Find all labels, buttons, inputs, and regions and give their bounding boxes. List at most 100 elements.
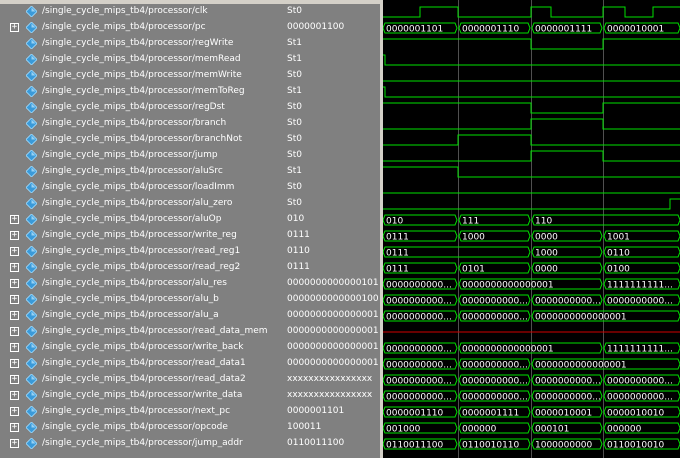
signal-row[interactable]: + /single_cycle_mips_tb4/processor/alu_b <box>0 292 284 308</box>
expand-toggle[interactable]: + <box>10 439 19 448</box>
signal-value: St0 <box>287 118 302 128</box>
signal-diamond-icon <box>26 422 37 433</box>
value-row: St0 <box>284 132 380 148</box>
bit-waveform <box>383 38 680 50</box>
signal-diamond-icon <box>26 38 37 49</box>
signal-value: St0 <box>287 150 302 160</box>
signal-row[interactable]: /single_cycle_mips_tb4/processor/jump <box>0 148 284 164</box>
signal-name: /single_cycle_mips_tb4/processor/write_d… <box>42 390 243 400</box>
expand-toggle[interactable]: + <box>10 231 19 240</box>
signal-row[interactable]: + /single_cycle_mips_tb4/processor/write_… <box>0 340 284 356</box>
signal-row[interactable]: + /single_cycle_mips_tb4/processor/pc <box>0 20 284 36</box>
bit-waveform <box>383 134 680 146</box>
signal-diamond-icon <box>26 246 37 257</box>
signal-row[interactable]: + /single_cycle_mips_tb4/processor/write_… <box>0 228 284 244</box>
signal-row[interactable]: + /single_cycle_mips_tb4/processor/jump_a… <box>0 436 284 452</box>
bus-value-label: 1000000000 <box>535 441 593 451</box>
value-row: St0 <box>284 196 380 212</box>
signal-diamond-icon <box>26 118 37 129</box>
expand-toggle[interactable]: + <box>10 215 19 224</box>
signal-row[interactable]: /single_cycle_mips_tb4/processor/clk <box>0 4 284 20</box>
signal-row[interactable]: /single_cycle_mips_tb4/processor/regDst <box>0 100 284 116</box>
signal-diamond-icon <box>26 102 37 113</box>
value-row: St0 <box>284 68 380 84</box>
bus-value-label: 010 <box>386 217 403 227</box>
expand-toggle[interactable]: + <box>10 295 19 304</box>
expand-toggle[interactable]: + <box>10 375 19 384</box>
signal-value: St1 <box>287 166 302 176</box>
value-row: St1 <box>284 52 380 68</box>
expand-toggle[interactable]: + <box>10 343 19 352</box>
bus-value-label: 0000000000... <box>386 345 452 355</box>
signal-value: 0111 <box>287 230 310 240</box>
signal-diamond-icon <box>26 310 37 321</box>
signal-row[interactable]: /single_cycle_mips_tb4/processor/loadImm <box>0 180 284 196</box>
signal-diamond-icon <box>26 262 37 273</box>
value-row: St0 <box>284 116 380 132</box>
signal-name: /single_cycle_mips_tb4/processor/read_da… <box>42 358 246 368</box>
expand-toggle[interactable]: + <box>10 327 19 336</box>
signal-row[interactable]: + /single_cycle_mips_tb4/processor/opcode <box>0 420 284 436</box>
signal-diamond-icon <box>26 342 37 353</box>
signal-row[interactable]: /single_cycle_mips_tb4/processor/regWrit… <box>0 36 284 52</box>
bus-value-label: 0000001110 <box>462 25 520 35</box>
signal-row[interactable]: + /single_cycle_mips_tb4/processor/read_r… <box>0 260 284 276</box>
signal-row[interactable]: + /single_cycle_mips_tb4/processor/read_d… <box>0 356 284 372</box>
signal-name: /single_cycle_mips_tb4/processor/write_b… <box>42 342 244 352</box>
signal-row[interactable]: /single_cycle_mips_tb4/processor/memRead <box>0 52 284 68</box>
signal-row[interactable]: /single_cycle_mips_tb4/processor/memToRe… <box>0 84 284 100</box>
signal-name: /single_cycle_mips_tb4/processor/memWrit… <box>42 70 242 80</box>
expand-toggle[interactable]: + <box>10 247 19 256</box>
expand-toggle[interactable]: + <box>10 359 19 368</box>
signal-name: /single_cycle_mips_tb4/processor/read_da… <box>42 326 268 336</box>
signal-value: 0000000000000001 <box>287 358 379 368</box>
signal-name: /single_cycle_mips_tb4/processor/next_pc <box>42 406 231 416</box>
signal-diamond-icon <box>26 182 37 193</box>
value-row: 100011 <box>284 420 380 436</box>
signal-value: xxxxxxxxxxxxxxxx <box>287 390 373 400</box>
signal-row[interactable]: /single_cycle_mips_tb4/processor/memWrit… <box>0 68 284 84</box>
signal-diamond-icon <box>26 86 37 97</box>
signal-row[interactable]: + /single_cycle_mips_tb4/processor/write_… <box>0 388 284 404</box>
expand-toggle[interactable]: + <box>10 263 19 272</box>
bus-value-label: 000101 <box>535 425 569 435</box>
signal-row[interactable]: + /single_cycle_mips_tb4/processor/read_d… <box>0 324 284 340</box>
signal-diamond-icon <box>26 278 37 289</box>
signal-row[interactable]: /single_cycle_mips_tb4/processor/aluSrc <box>0 164 284 180</box>
signal-name: /single_cycle_mips_tb4/processor/jump_ad… <box>42 438 243 448</box>
waveform-pane[interactable]: 0000001101 0000001110 0000001111 0000010001… <box>383 0 680 458</box>
expand-toggle[interactable]: + <box>10 391 19 400</box>
bus-value-label: 0000000000... <box>386 393 452 403</box>
expand-toggle[interactable]: + <box>10 23 19 32</box>
bus-value-label: 000000 <box>607 425 642 435</box>
bus-value-label: 0000001110 <box>386 409 444 419</box>
expand-toggle[interactable]: + <box>10 423 19 432</box>
signal-diamond-icon <box>26 70 37 81</box>
bus-value-label: 000000 <box>462 425 497 435</box>
signal-row[interactable]: /single_cycle_mips_tb4/processor/branch <box>0 116 284 132</box>
bus-value-label: 1111111111... <box>607 281 673 291</box>
expand-toggle[interactable]: + <box>10 407 19 416</box>
signal-row[interactable]: + /single_cycle_mips_tb4/processor/alu_a <box>0 308 284 324</box>
expand-toggle[interactable]: + <box>10 279 19 288</box>
signal-row[interactable]: + /single_cycle_mips_tb4/processor/read_d… <box>0 372 284 388</box>
signal-value: 0000000000000001 <box>287 310 379 320</box>
signal-row[interactable]: + /single_cycle_mips_tb4/processor/next_p… <box>0 404 284 420</box>
signal-row[interactable]: + /single_cycle_mips_tb4/processor/aluOp <box>0 212 284 228</box>
value-row: St0 <box>284 100 380 116</box>
expand-toggle[interactable]: + <box>10 311 19 320</box>
signal-row[interactable]: + /single_cycle_mips_tb4/processor/alu_re… <box>0 276 284 292</box>
bus-value-label: 0000010001 <box>607 25 664 35</box>
value-row: 0110011100 <box>284 436 380 452</box>
signal-diamond-icon <box>26 22 37 33</box>
value-row: 0111 <box>284 228 380 244</box>
signal-value: 0110011100 <box>287 438 345 448</box>
signal-row[interactable]: /single_cycle_mips_tb4/processor/alu_zer… <box>0 196 284 212</box>
bus-value-label: 0000001101 <box>386 25 443 35</box>
bus-value-label: 1000 <box>535 249 558 259</box>
signal-row[interactable]: + /single_cycle_mips_tb4/processor/read_r… <box>0 244 284 260</box>
signal-value: 0000000000000001 <box>287 342 379 352</box>
bus-value-label: 0000001111 <box>535 25 592 35</box>
signal-row[interactable]: /single_cycle_mips_tb4/processor/branchN… <box>0 132 284 148</box>
signal-diamond-icon <box>26 438 37 449</box>
